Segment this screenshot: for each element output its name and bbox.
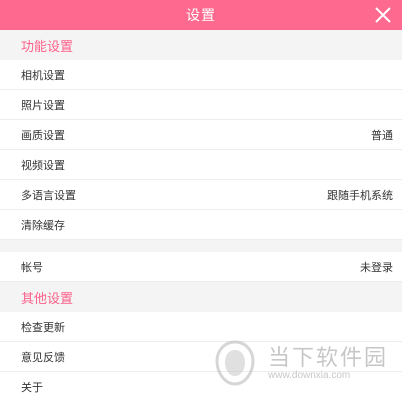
row-video-settings[interactable]: 视频设置 [0, 150, 402, 180]
row-about[interactable]: 关于 [0, 372, 402, 402]
row-label: 多语言设置 [21, 188, 76, 202]
window-title: 设置 [186, 8, 216, 24]
section-header-function: 功能设置 [0, 30, 402, 60]
row-label: 意见反馈 [21, 350, 65, 364]
row-label: 帐号 [21, 260, 43, 274]
row-label: 关于 [21, 381, 43, 394]
close-button[interactable] [373, 5, 393, 25]
row-value: 普通 [371, 128, 393, 142]
row-label: 清除缓存 [21, 218, 65, 232]
row-feedback[interactable]: 意见反馈 [0, 342, 402, 372]
row-label: 照片设置 [21, 98, 65, 112]
section-gap [0, 240, 402, 252]
title-bar: 设置 [0, 0, 402, 30]
row-account[interactable]: 帐号 未登录 [0, 252, 402, 282]
row-language-settings[interactable]: 多语言设置 跟随手机系统 [0, 180, 402, 210]
close-icon [375, 7, 391, 23]
row-clear-cache[interactable]: 清除缓存 [0, 210, 402, 240]
row-quality-settings[interactable]: 画质设置 普通 [0, 120, 402, 150]
row-label: 检查更新 [21, 320, 65, 334]
row-label: 画质设置 [21, 128, 65, 142]
row-camera-settings[interactable]: 相机设置 [0, 60, 402, 90]
row-value: 未登录 [360, 260, 393, 274]
row-label: 视频设置 [21, 158, 65, 172]
row-value: 跟随手机系统 [327, 188, 393, 202]
settings-list: 功能设置 相机设置 照片设置 画质设置 普通 视频设置 多语言设置 跟随手机系统… [0, 30, 402, 402]
row-check-update[interactable]: 检查更新 [0, 312, 402, 342]
section-header-other: 其他设置 [0, 282, 402, 312]
row-label: 相机设置 [21, 68, 65, 82]
row-photo-settings[interactable]: 照片设置 [0, 90, 402, 120]
